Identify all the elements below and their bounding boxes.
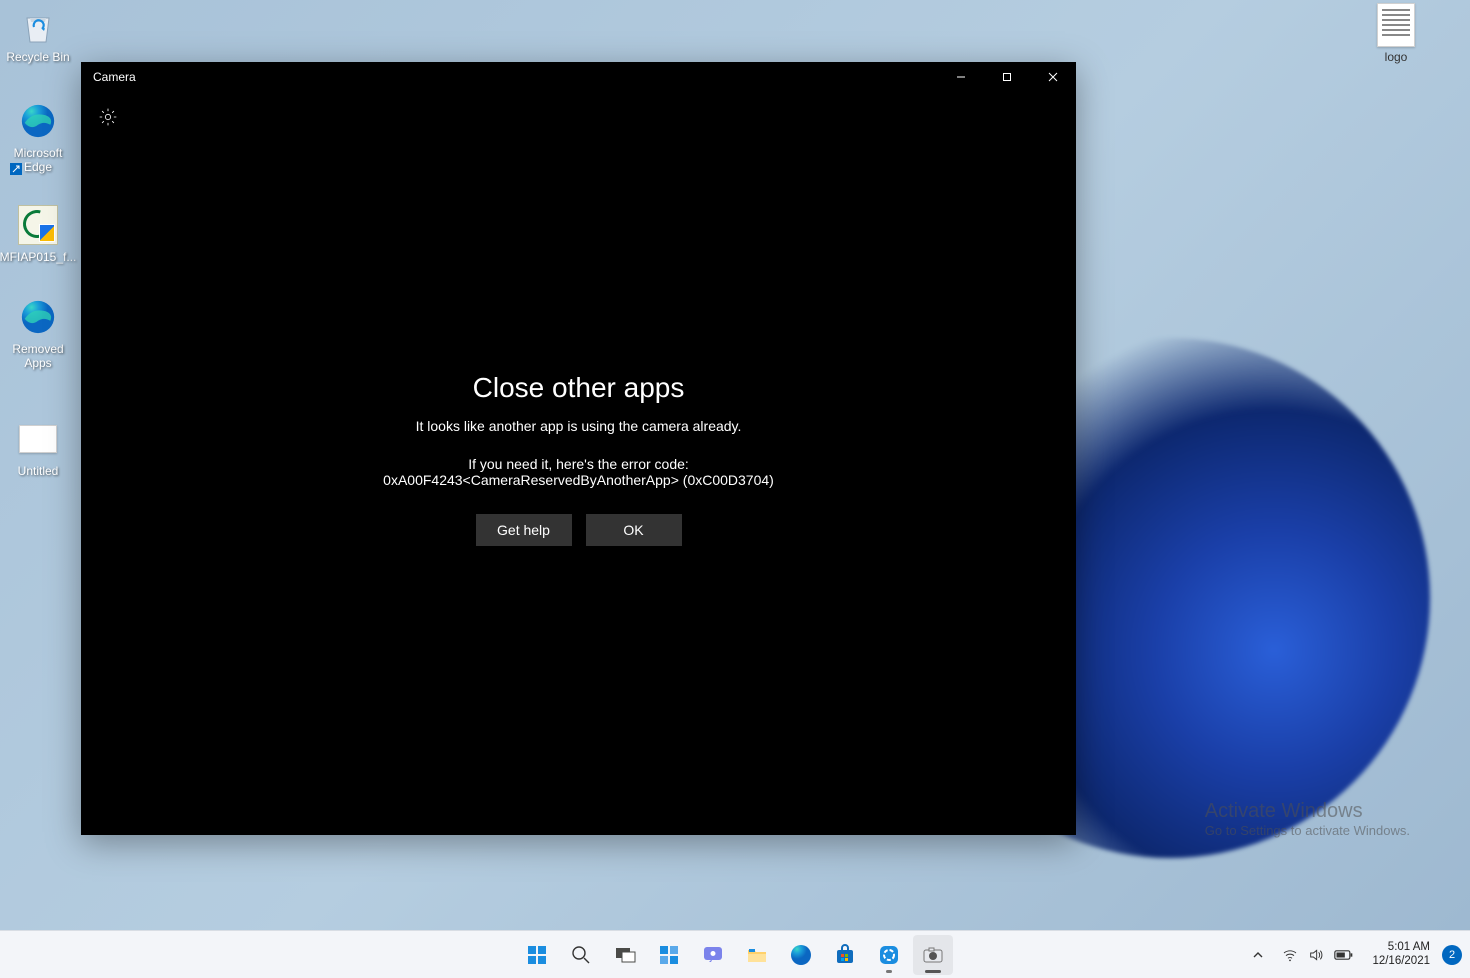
edge-taskbar-button[interactable] — [781, 935, 821, 975]
file-icon — [17, 418, 59, 460]
error-description: It looks like another app is using the c… — [416, 418, 742, 434]
app-taskbar-button[interactable] — [869, 935, 909, 975]
minimize-button[interactable] — [938, 62, 984, 92]
camera-icon — [921, 943, 945, 967]
folder-icon — [745, 943, 769, 967]
app-icon — [877, 943, 901, 967]
store-icon — [833, 943, 857, 967]
desktop-icon-removed-apps[interactable]: Removed Apps — [0, 296, 76, 371]
quick-settings-button[interactable] — [1276, 945, 1360, 965]
system-tray: 5:01 AM 12/16/2021 2 — [1246, 931, 1462, 978]
camera-error-panel: Close other apps It looks like another a… — [81, 142, 1076, 835]
clock-date: 12/16/2021 — [1372, 955, 1430, 969]
tray-overflow-button[interactable] — [1246, 945, 1270, 965]
chevron-up-icon — [1252, 949, 1264, 961]
notification-count: 2 — [1449, 949, 1455, 961]
widgets-button[interactable] — [649, 935, 689, 975]
taskbar: 5:01 AM 12/16/2021 2 — [0, 930, 1470, 978]
file-explorer-button[interactable] — [737, 935, 777, 975]
titlebar[interactable]: Camera — [81, 62, 1076, 92]
wifi-icon — [1282, 947, 1298, 963]
desktop-icon-label: logo — [1385, 50, 1408, 64]
text-file-icon — [1375, 4, 1417, 46]
volume-icon — [1308, 947, 1324, 963]
chat-button[interactable] — [693, 935, 733, 975]
taskbar-clock[interactable]: 5:01 AM 12/16/2021 — [1366, 941, 1436, 969]
desktop-icon-label: MFIAP015_f... — [0, 250, 76, 264]
store-button[interactable] — [825, 935, 865, 975]
settings-button[interactable] — [91, 100, 125, 134]
search-button[interactable] — [561, 935, 601, 975]
close-button[interactable] — [1030, 62, 1076, 92]
notification-center-button[interactable]: 2 — [1442, 945, 1462, 965]
desktop-icon-untitled[interactable]: Untitled — [0, 418, 76, 478]
error-code: 0xA00F4243<CameraReservedByAnotherApp> (… — [383, 472, 774, 488]
window-title: Camera — [93, 70, 136, 84]
windows-logo-icon — [525, 943, 549, 967]
task-view-button[interactable] — [605, 935, 645, 975]
start-button[interactable] — [517, 935, 557, 975]
get-help-button[interactable]: Get help — [476, 514, 572, 546]
ok-button[interactable]: OK — [586, 514, 682, 546]
camera-app-window: Camera Close other apps It looks like an… — [81, 62, 1076, 835]
error-code-intro: If you need it, here's the error code: — [468, 456, 689, 472]
desktop-icon-edge[interactable]: Microsoft Edge — [0, 100, 76, 175]
widgets-icon — [657, 943, 681, 967]
recycle-bin-icon — [17, 4, 59, 46]
maximize-button[interactable] — [984, 62, 1030, 92]
watermark-subtitle: Go to Settings to activate Windows. — [1205, 823, 1410, 838]
desktop-icon-logo[interactable]: logo — [1358, 4, 1434, 64]
edge-icon — [789, 943, 813, 967]
chat-icon — [701, 943, 725, 967]
desktop-icon-label: Recycle Bin — [6, 50, 69, 64]
installer-icon — [17, 204, 59, 246]
desktop-icon-label: Removed Apps — [0, 342, 76, 371]
clock-time: 5:01 AM — [1372, 941, 1430, 955]
search-icon — [569, 943, 593, 967]
taskbar-center — [517, 935, 953, 975]
desktop-icon-label: Untitled — [18, 464, 59, 478]
desktop-icon-mfiap[interactable]: MFIAP015_f... — [0, 204, 76, 264]
edge-icon — [17, 100, 59, 142]
camera-taskbar-button[interactable] — [913, 935, 953, 975]
error-heading: Close other apps — [473, 372, 685, 404]
activation-watermark: Activate Windows Go to Settings to activ… — [1205, 800, 1410, 838]
desktop-icon-recycle-bin[interactable]: Recycle Bin — [0, 4, 76, 64]
task-view-icon — [613, 943, 637, 967]
edge-icon — [17, 296, 59, 338]
gear-icon — [98, 107, 118, 127]
battery-icon — [1334, 948, 1354, 962]
watermark-title: Activate Windows — [1205, 800, 1410, 823]
